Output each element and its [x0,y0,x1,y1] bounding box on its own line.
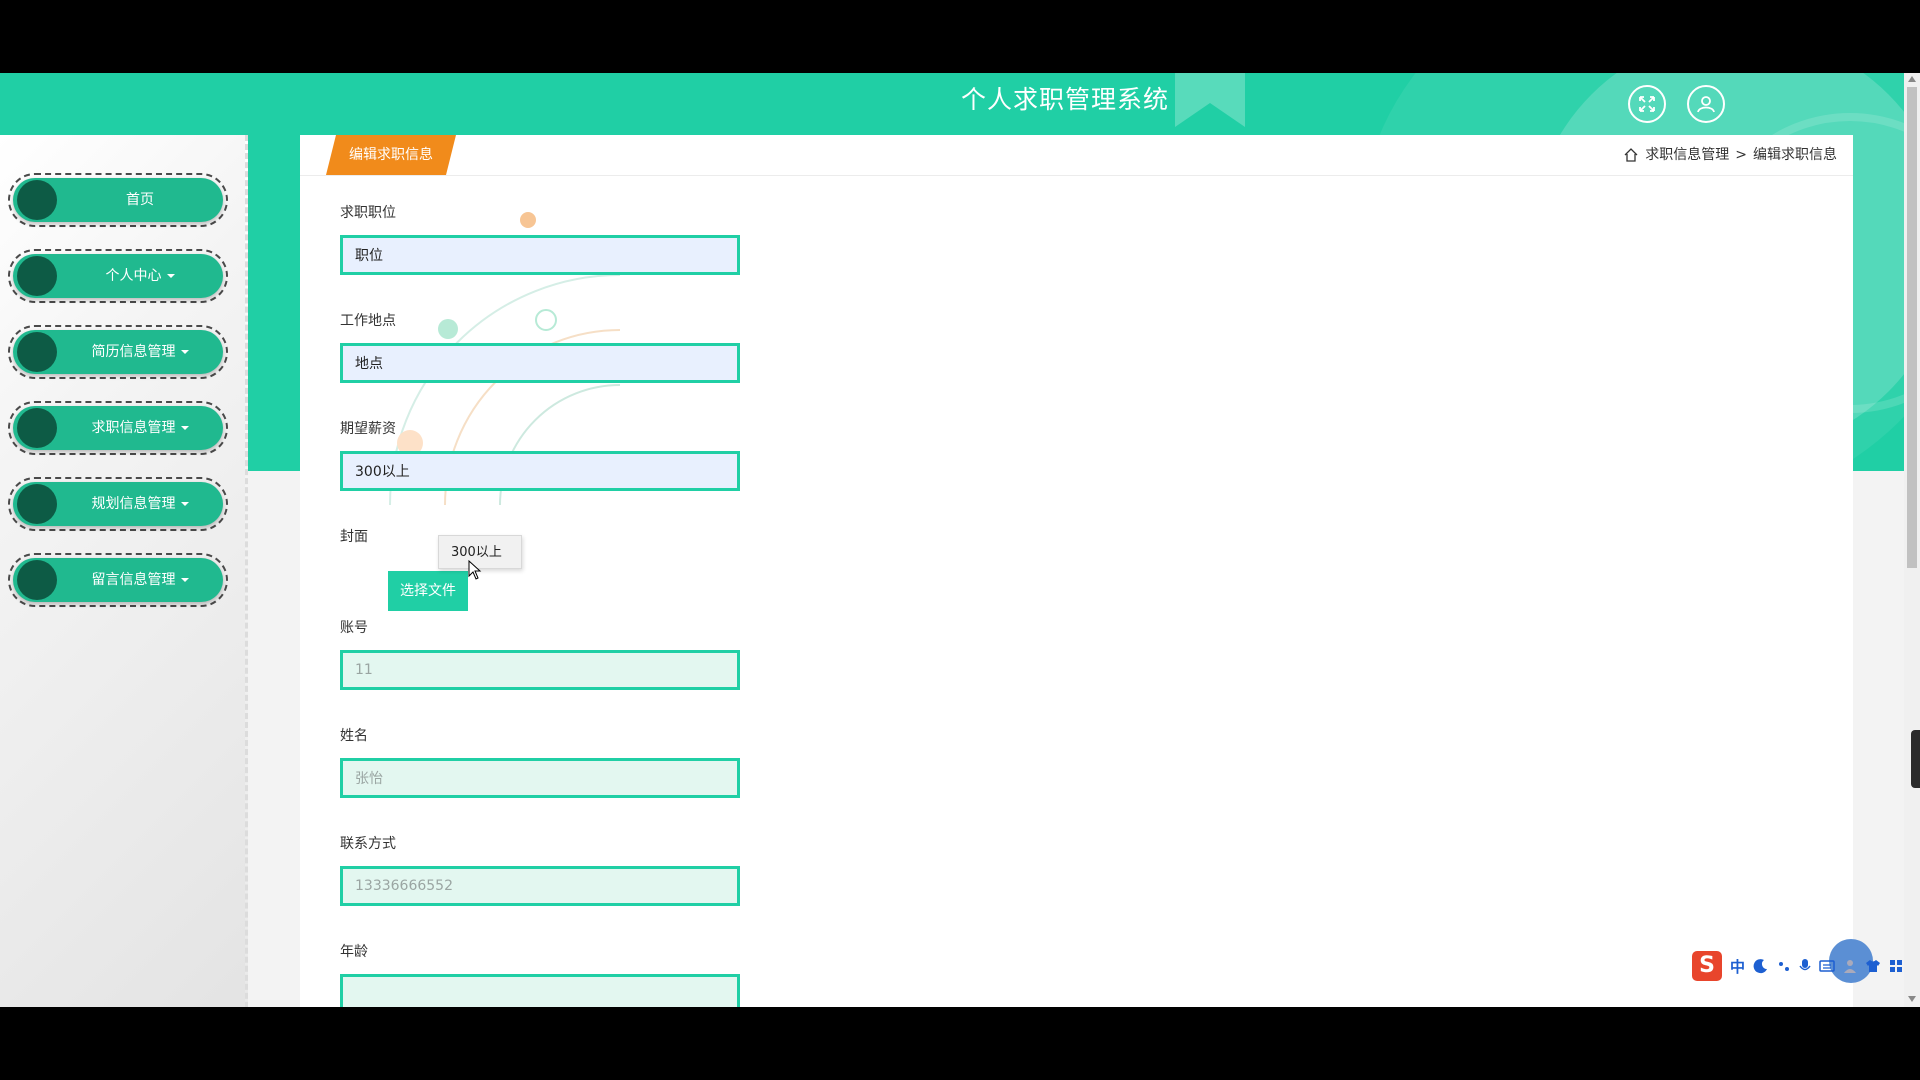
account-label: 账号 [340,620,368,636]
salary-label: 期望薪资 [340,421,396,437]
caret-down-icon [180,426,189,430]
microphone-icon[interactable] [1799,958,1811,974]
sidebar-item-planning[interactable]: 规划信息管理 [8,477,228,531]
breadcrumb: 求职信息管理 > 编辑求职信息 [1623,135,1837,175]
caret-down-icon [166,274,175,278]
sidebar: 首页 个人中心 简历信息管理 求职信息管理 规划信息管理 留言信息管理 [0,135,248,1007]
user-icon [1697,96,1715,113]
nav-dot [17,408,57,448]
caret-down-icon [180,502,189,506]
age-input[interactable] [340,974,740,1007]
age-label: 年龄 [340,944,368,960]
nav-label: 简历信息管理 [91,344,176,360]
fullscreen-button[interactable] [1628,85,1666,123]
main-content: 编辑求职信息 求职信息管理 > 编辑求职信息 求职职位 工作地点 期望薪资 [300,135,1853,1007]
nav-dot [17,332,57,372]
nav-label: 留言信息管理 [91,572,176,588]
home-icon[interactable] [1623,147,1639,163]
page-title-bar: 编辑求职信息 求职信息管理 > 编辑求职信息 [300,135,1853,176]
nav-label: 个人中心 [105,268,162,284]
scroll-up-arrow-icon[interactable] [1908,76,1916,82]
nav-label: 首页 [126,192,154,208]
nav-dot [17,180,57,220]
vertical-scrollbar[interactable] [1904,73,1920,1007]
user-profile-button[interactable] [1687,85,1725,123]
moon-icon[interactable] [1753,958,1769,974]
sidebar-item-messages[interactable]: 留言信息管理 [8,553,228,607]
nav-label: 规划信息管理 [91,496,176,512]
name-input[interactable] [340,758,740,798]
punctuation-icon[interactable] [1777,958,1791,974]
breadcrumb-parent[interactable]: 求职信息管理 [1645,135,1729,175]
keyboard-icon[interactable] [1819,959,1835,973]
cover-label: 封面 [340,529,368,545]
tab-edit-job-info[interactable]: 编辑求职信息 [326,135,456,175]
nav-label: 求职信息管理 [91,420,176,436]
sidebar-item-resume[interactable]: 简历信息管理 [8,325,228,379]
sidebar-item-job-seeking[interactable]: 求职信息管理 [8,401,228,455]
sidebar-item-home[interactable]: 首页 [8,173,228,227]
skin-shirt-icon[interactable] [1865,959,1881,973]
scroll-down-arrow-icon[interactable] [1908,996,1916,1002]
ime-mode-indicator[interactable]: 中 [1730,956,1745,977]
nav-dot [17,256,57,296]
name-label: 姓名 [340,728,368,744]
location-label: 工作地点 [340,313,396,329]
expand-arrows-icon [1639,96,1655,112]
contact-input[interactable] [340,866,740,906]
sidebar-item-personal-center[interactable]: 个人中心 [8,249,228,303]
scrollbar-thumb[interactable] [1907,87,1917,568]
user-account-icon[interactable] [1843,958,1857,974]
salary-input[interactable] [340,451,740,491]
contact-label: 联系方式 [340,836,396,852]
side-panel-handle[interactable] [1911,730,1920,788]
browser-viewport: 个人求职管理系统 首页 个人中心 简历信息管理 求职信息管理 规划信息管理 留言… [0,73,1920,1007]
caret-down-icon [180,578,189,582]
location-input[interactable] [340,343,740,383]
sogou-logo-icon[interactable]: S [1692,951,1722,981]
breadcrumb-current: 编辑求职信息 [1753,147,1837,163]
position-input[interactable] [340,235,740,275]
apps-grid-icon[interactable] [1889,959,1903,973]
nav-dot [17,484,57,524]
ime-toolbar: S 中 [1692,949,1920,983]
account-input[interactable] [340,650,740,690]
caret-down-icon [180,350,189,354]
nav-dot [17,560,57,600]
choose-file-button[interactable]: 选择文件 [388,571,468,611]
position-label: 求职职位 [340,205,396,221]
top-header: 个人求职管理系统 [0,73,1904,135]
breadcrumb-separator: > [1735,147,1747,163]
mouse-cursor-icon [468,560,482,580]
